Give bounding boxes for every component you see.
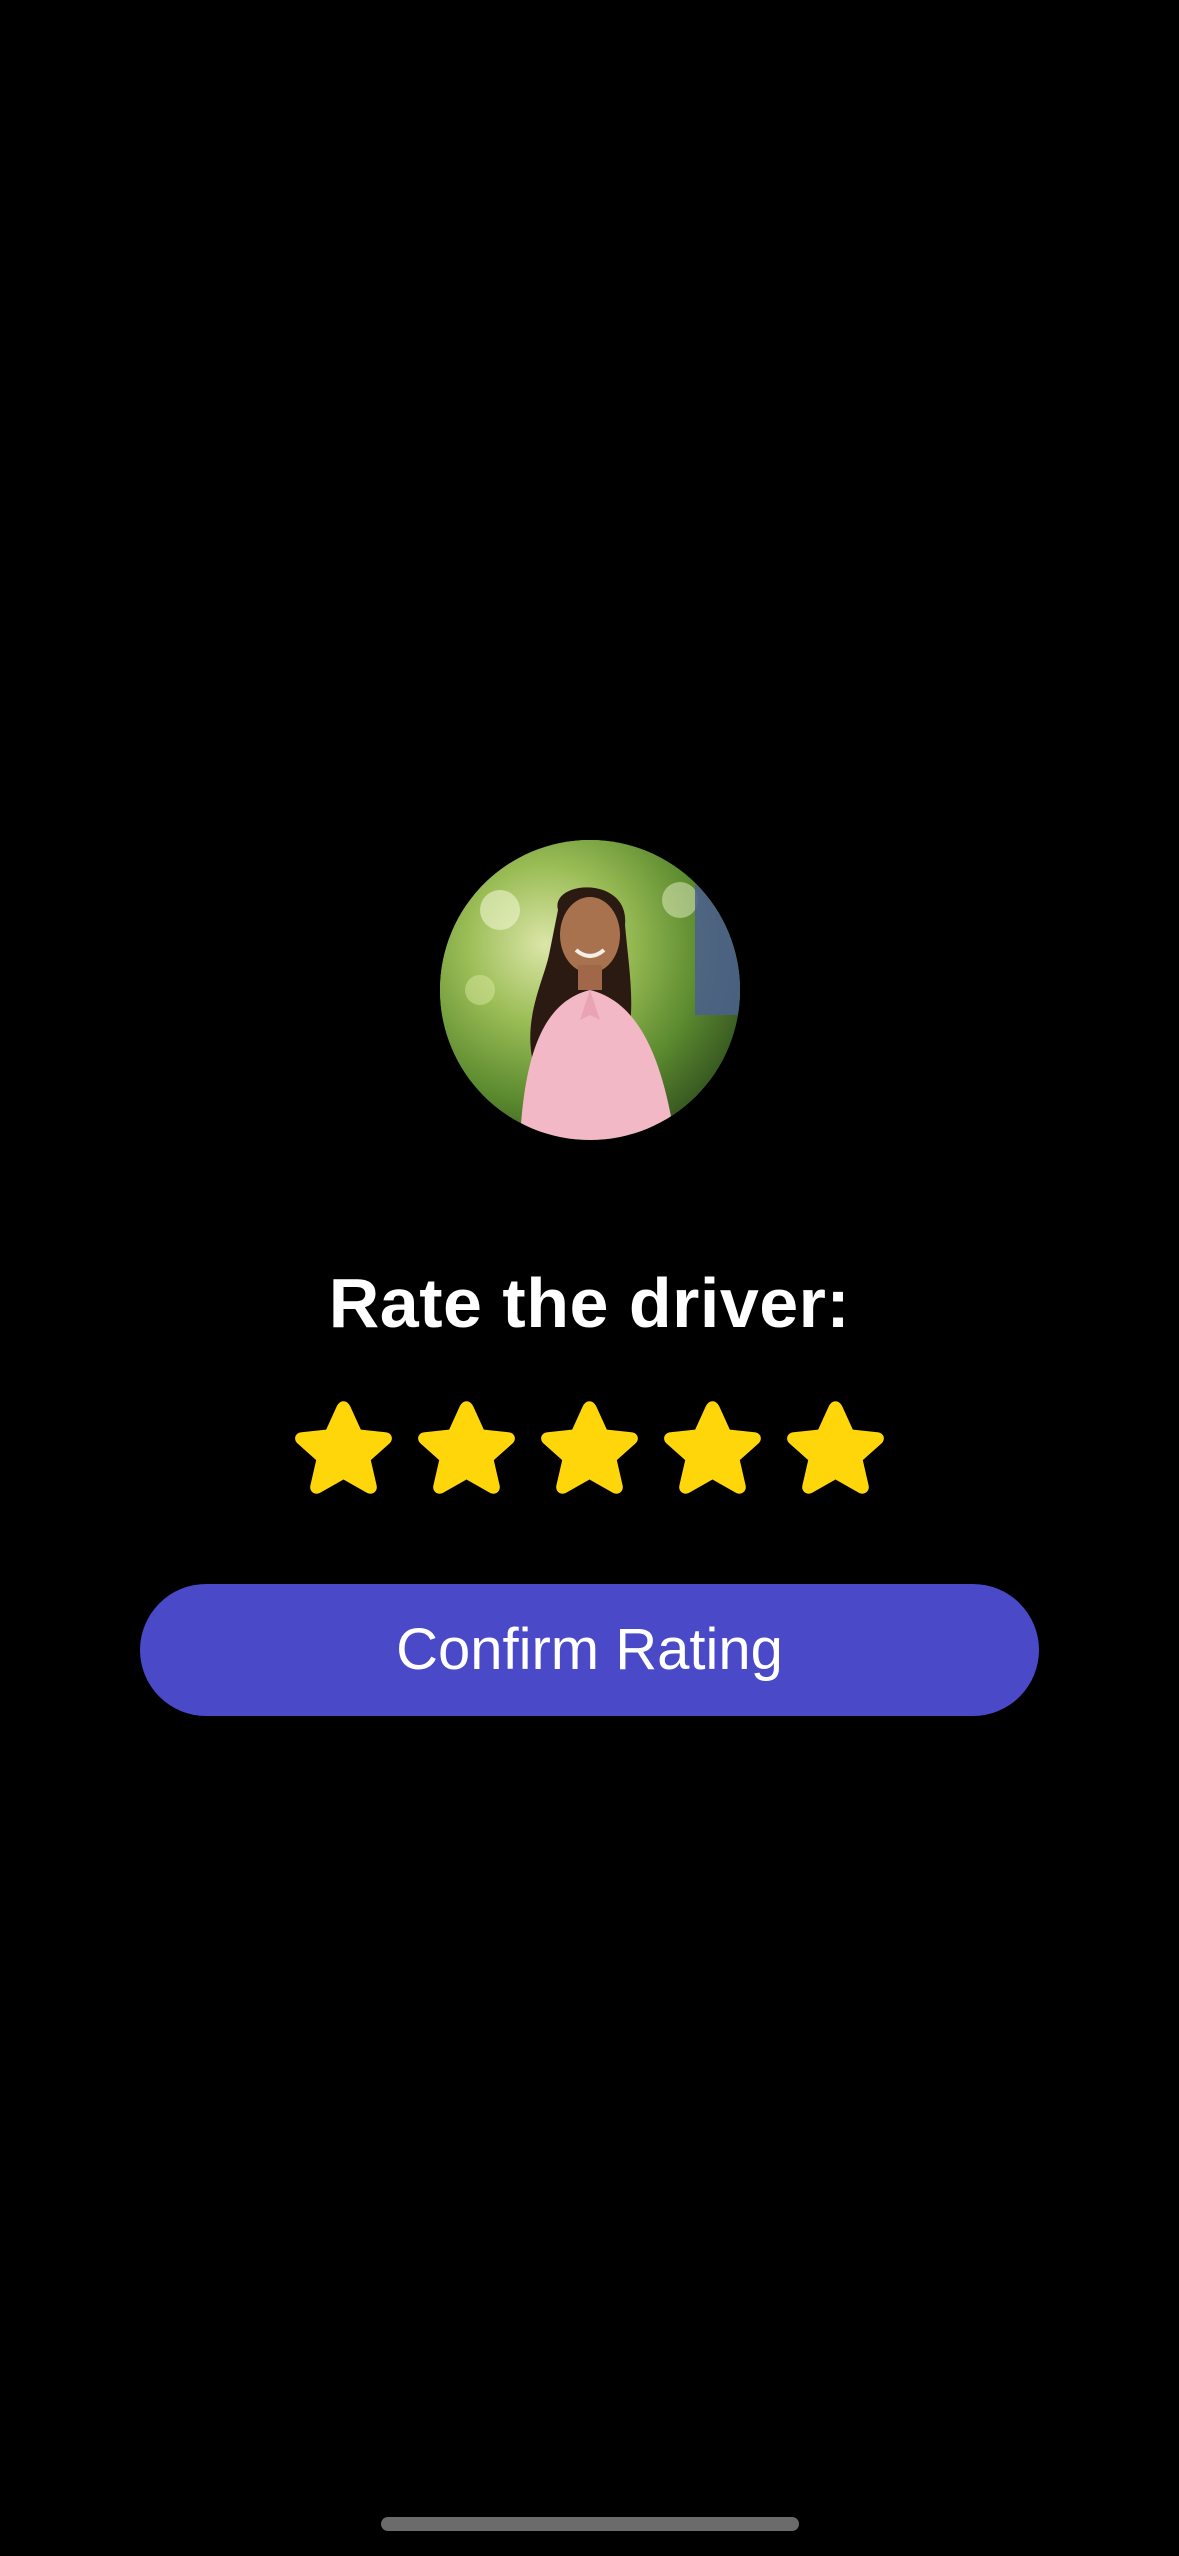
driver-photo-icon <box>440 840 740 1140</box>
star-rating[interactable] <box>0 1395 1179 1500</box>
star-icon[interactable] <box>660 1395 765 1500</box>
star-icon[interactable] <box>537 1395 642 1500</box>
confirm-rating-button[interactable]: Confirm Rating <box>140 1584 1039 1716</box>
home-indicator <box>381 2517 799 2531</box>
driver-avatar <box>440 840 740 1140</box>
star-icon[interactable] <box>291 1395 396 1500</box>
rating-title: Rate the driver: <box>328 1264 851 1342</box>
star-icon[interactable] <box>783 1395 888 1500</box>
star-icon[interactable] <box>414 1395 519 1500</box>
